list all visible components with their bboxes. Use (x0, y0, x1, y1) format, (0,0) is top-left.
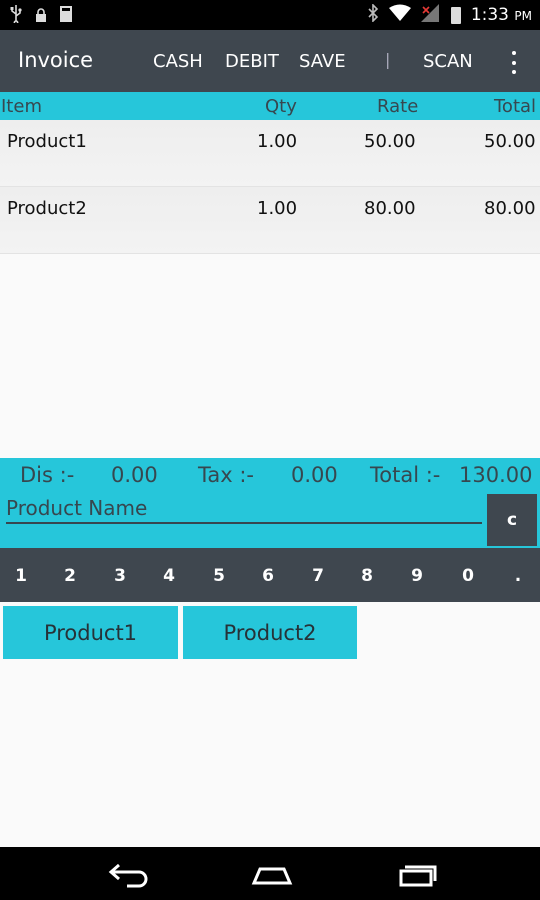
wifi-icon (388, 4, 411, 26)
totals-summary: Dis :- 0.00 Tax :- 0.00 Total :- 130.00 (0, 458, 540, 492)
discount-value: 0.00 (111, 463, 158, 487)
overflow-menu-icon[interactable] (506, 48, 522, 74)
discount-label: Dis :- (20, 463, 75, 487)
key-1[interactable]: 1 (11, 566, 31, 586)
status-left-icons (10, 5, 72, 28)
product-name-input[interactable] (6, 494, 482, 524)
row-total: 50.00 (484, 131, 536, 152)
clear-button[interactable]: c (487, 494, 537, 546)
key-6[interactable]: 6 (258, 566, 278, 586)
key-7[interactable]: 7 (308, 566, 328, 586)
lock-icon (36, 7, 46, 27)
table-header: Item Qty Rate Total (0, 92, 540, 120)
key-2[interactable]: 2 (60, 566, 80, 586)
home-icon[interactable] (248, 855, 296, 891)
header-rate: Rate (377, 96, 419, 117)
header-qty: Qty (265, 96, 297, 117)
number-keypad: 1 2 3 4 5 6 7 8 9 0 . (0, 548, 540, 602)
status-right-icons: 1:33 PM (367, 3, 532, 26)
table-row[interactable]: Product2 1.00 80.00 80.00 (0, 187, 540, 254)
debit-button[interactable]: DEBIT (225, 51, 279, 72)
key-decimal[interactable]: . (508, 566, 528, 586)
row-total: 80.00 (484, 198, 536, 219)
signal-icon (420, 4, 441, 26)
battery-icon (450, 6, 461, 24)
scan-button[interactable]: SCAN (423, 51, 473, 72)
cash-button[interactable]: CASH (153, 51, 203, 72)
row-qty: 1.00 (257, 131, 298, 152)
row-rate: 80.00 (364, 198, 416, 219)
save-button[interactable]: SAVE (299, 51, 346, 72)
product2-button[interactable]: Product2 (183, 606, 357, 659)
row-item: Product2 (7, 198, 87, 219)
key-8[interactable]: 8 (357, 566, 377, 586)
key-9[interactable]: 9 (407, 566, 427, 586)
key-5[interactable]: 5 (209, 566, 229, 586)
bluetooth-icon (367, 3, 379, 26)
header-total: Total (494, 96, 537, 117)
back-icon[interactable] (105, 855, 153, 891)
clock-ampm: PM (514, 9, 532, 23)
product1-button[interactable]: Product1 (3, 606, 178, 659)
clock-time: 1:33 (470, 5, 509, 25)
status-bar: 1:33 PM (0, 0, 540, 30)
usb-icon (10, 5, 22, 28)
action-bar: Invoice CASH DEBIT SAVE | SCAN (0, 30, 540, 92)
clock: 1:33 PM (471, 5, 532, 25)
action-separator: | (385, 50, 391, 69)
product-entry: c (0, 492, 540, 548)
storage-icon (60, 6, 72, 27)
key-0[interactable]: 0 (458, 566, 478, 586)
tax-value: 0.00 (291, 463, 338, 487)
row-item: Product1 (7, 131, 87, 152)
recent-apps-icon[interactable] (393, 855, 441, 891)
row-rate: 50.00 (364, 131, 416, 152)
total-label: Total :- (370, 463, 441, 487)
key-4[interactable]: 4 (159, 566, 179, 586)
row-qty: 1.00 (257, 198, 298, 219)
header-item: Item (1, 96, 42, 117)
navigation-bar (0, 847, 540, 900)
tax-label: Tax :- (198, 463, 254, 487)
total-value: 130.00 (459, 463, 533, 487)
key-3[interactable]: 3 (110, 566, 130, 586)
table-row[interactable]: Product1 1.00 50.00 50.00 (0, 120, 540, 187)
page-title: Invoice (18, 48, 94, 72)
